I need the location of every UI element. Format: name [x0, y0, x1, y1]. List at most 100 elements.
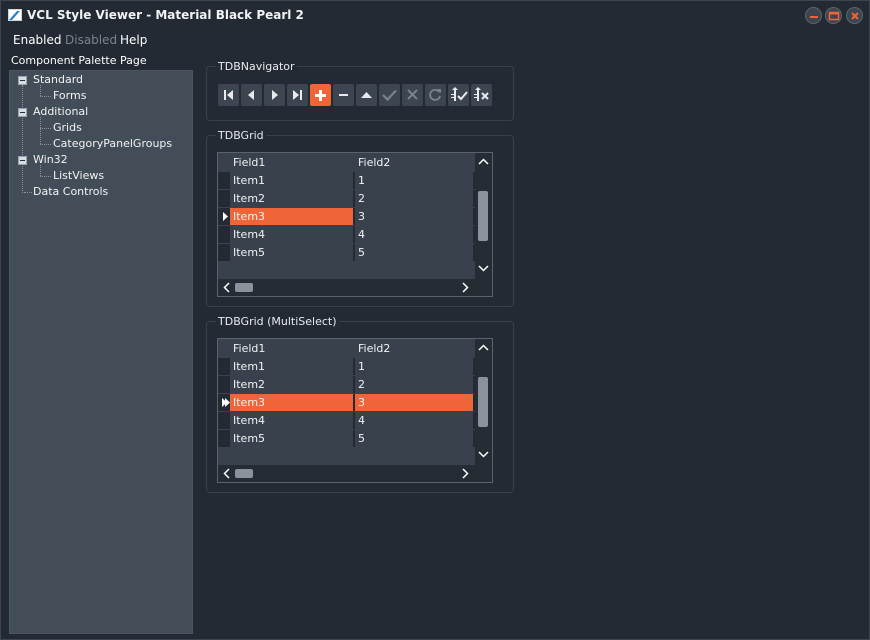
dbgrid-multiselect[interactable]: Field1 Field2 Item1 1 Item2 2 Item3 3 Item4 4 It…	[217, 338, 493, 483]
window-title: VCL Style Viewer - Material Black Pearl …	[27, 8, 304, 22]
tree-item-categorypanelgroups[interactable]: CategoryPanelGroups	[53, 137, 172, 150]
app-window: VCL Style Viewer - Material Black Pearl …	[0, 0, 870, 640]
scroll-down-icon[interactable]	[478, 451, 489, 458]
table-cell[interactable]: 5	[355, 430, 473, 447]
nav-cancel-updates-button[interactable]	[471, 84, 492, 106]
table-row[interactable]: Item2 2	[218, 376, 475, 393]
tree-item-win32[interactable]: Win32	[33, 153, 68, 166]
app-icon	[8, 9, 22, 21]
scroll-thumb[interactable]	[478, 191, 488, 241]
nav-refresh-button[interactable]	[425, 84, 446, 106]
close-button[interactable]	[846, 7, 863, 24]
table-row[interactable]: Item4 4	[218, 226, 475, 243]
table-cell[interactable]: 5	[355, 244, 473, 261]
table-row[interactable]: Item5 5	[218, 244, 475, 261]
scroll-right-icon[interactable]	[462, 282, 469, 293]
scroll-thumb[interactable]	[478, 377, 488, 427]
table-row[interactable]: Item1 1	[218, 172, 475, 189]
scroll-arrows	[223, 468, 469, 479]
delete-icon	[339, 94, 348, 96]
scroll-right-icon[interactable]	[462, 468, 469, 479]
table-cell[interactable]: Item5	[230, 430, 353, 447]
table-cell[interactable]: Item5	[230, 244, 353, 261]
table-cell[interactable]: Item4	[230, 226, 353, 243]
scroll-arrows	[478, 158, 489, 272]
scroll-left-icon[interactable]	[223, 282, 230, 293]
palette-tree[interactable]: Standard Forms Additional Grids Category…	[9, 70, 193, 634]
nav-post-button[interactable]	[379, 84, 400, 106]
column-header-field2[interactable]: Field2	[355, 340, 473, 357]
nav-edit-button[interactable]	[356, 84, 377, 106]
table-cell[interactable]: 1	[355, 358, 473, 375]
table-cell[interactable]: Item1	[230, 172, 353, 189]
table-cell[interactable]: Item2	[230, 376, 353, 393]
vertical-scrollbar[interactable]	[475, 339, 492, 466]
scroll-down-icon[interactable]	[478, 265, 489, 272]
collapse-icon[interactable]	[18, 76, 27, 85]
nav-delete-button[interactable]	[333, 84, 354, 106]
menu-enabled[interactable]: Enabled	[13, 33, 62, 47]
tree-item-data-controls[interactable]: Data Controls	[33, 185, 108, 198]
table-row[interactable]: Item2 2	[218, 190, 475, 207]
scroll-left-icon[interactable]	[223, 468, 230, 479]
scroll-thumb[interactable]	[235, 283, 253, 292]
minimize-button[interactable]	[805, 7, 822, 24]
tree-item-grids[interactable]: Grids	[53, 121, 82, 134]
nav-first-button[interactable]	[218, 84, 239, 106]
tree-line	[40, 128, 51, 129]
collapse-icon[interactable]	[18, 156, 27, 165]
tree-item-additional[interactable]: Additional	[33, 105, 88, 118]
table-cell[interactable]: Item1	[230, 358, 353, 375]
nav-insert-button[interactable]	[310, 84, 331, 106]
table-cell[interactable]: 4	[355, 226, 473, 243]
table-row[interactable]: Item3 3	[218, 208, 475, 225]
scroll-up-icon[interactable]	[478, 344, 489, 351]
table-cell[interactable]: Item3	[230, 394, 353, 411]
tree-item-standard[interactable]: Standard	[33, 73, 83, 86]
prior-icon	[248, 90, 254, 100]
menu-disabled[interactable]: Disabled	[65, 33, 117, 47]
table-row[interactable]: Item5 5	[218, 430, 475, 447]
row-indicator	[218, 244, 230, 261]
scroll-thumb[interactable]	[235, 469, 253, 478]
column-header-field2[interactable]: Field2	[355, 154, 473, 171]
nav-cancel-button[interactable]	[402, 84, 423, 106]
table-cell[interactable]: 3	[355, 394, 473, 411]
insert-icon	[315, 90, 326, 101]
column-header-field1[interactable]: Field1	[230, 340, 353, 357]
table-cell[interactable]: Item2	[230, 190, 353, 207]
tree-item-forms[interactable]: Forms	[53, 89, 86, 102]
table-cell[interactable]: Item3	[230, 208, 353, 225]
refresh-icon	[429, 89, 441, 101]
table-row[interactable]: Item4 4	[218, 412, 475, 429]
menu-help[interactable]: Help	[120, 33, 147, 47]
row-indicator	[218, 190, 230, 207]
table-cell[interactable]: 4	[355, 412, 473, 429]
collapse-icon[interactable]	[18, 108, 27, 117]
column-header-field1[interactable]: Field1	[230, 154, 353, 171]
row-indicator-icon	[218, 208, 230, 225]
row-indicator	[218, 376, 230, 393]
horizontal-scrollbar[interactable]	[218, 279, 492, 296]
table-row[interactable]: Item3 3	[218, 394, 475, 411]
palette-label: Component Palette Page	[11, 54, 147, 67]
maximize-button[interactable]	[825, 7, 842, 24]
table-cell[interactable]: Item4	[230, 412, 353, 429]
nav-apply-updates-button[interactable]	[448, 84, 469, 106]
table-cell[interactable]: 3	[355, 208, 473, 225]
scroll-arrows	[223, 282, 469, 293]
row-indicator	[218, 226, 230, 243]
table-cell[interactable]: 2	[355, 376, 473, 393]
scroll-up-icon[interactable]	[478, 158, 489, 165]
dbgrid[interactable]: Field1 Field2 Item1 1 Item2 2 Item3 3 Item4 4 It…	[217, 152, 493, 297]
table-cell[interactable]: 2	[355, 190, 473, 207]
nav-last-button[interactable]	[287, 84, 308, 106]
vertical-scrollbar[interactable]	[475, 153, 492, 280]
table-cell[interactable]: 1	[355, 172, 473, 189]
nav-prior-button[interactable]	[241, 84, 262, 106]
table-row[interactable]: Item1 1	[218, 358, 475, 375]
minimize-icon	[810, 16, 818, 18]
horizontal-scrollbar[interactable]	[218, 465, 492, 482]
nav-next-button[interactable]	[264, 84, 285, 106]
tree-item-listviews[interactable]: ListViews	[53, 169, 104, 182]
